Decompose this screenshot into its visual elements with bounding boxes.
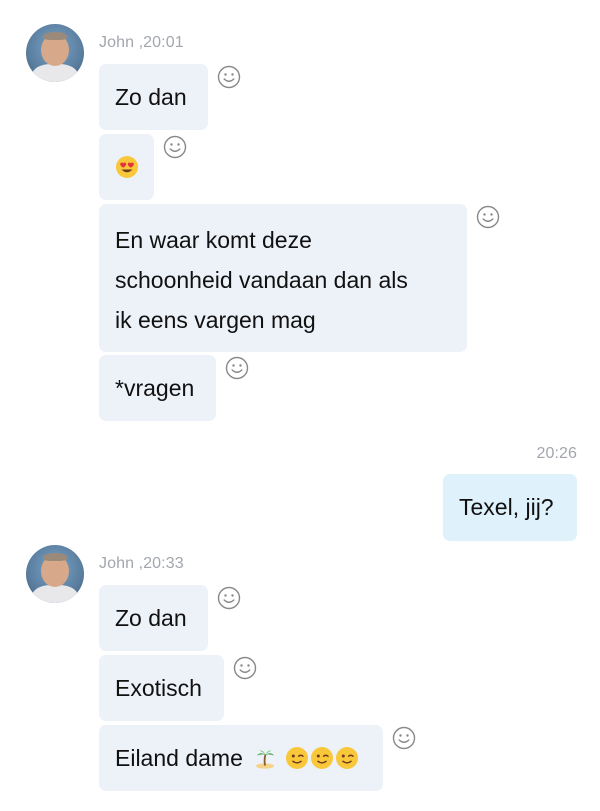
smiley-reaction-icon[interactable] [217, 65, 241, 89]
message-bubble[interactable] [99, 134, 154, 200]
smiley-reaction-icon[interactable] [476, 205, 500, 229]
message-text: Texel, jij? [459, 494, 554, 520]
desert-island-emoji [255, 750, 274, 769]
own-message-bubble[interactable]: Texel, jij? [443, 474, 577, 541]
message-bubble[interactable]: Zo dan [99, 585, 208, 651]
message-line: En waar komt deze [115, 227, 312, 253]
message-text: Zo dan [115, 604, 187, 631]
winking-face-emoji [285, 747, 308, 769]
message-text: Eiland dame [115, 744, 243, 771]
message-line: ik eens vargen mag [115, 307, 316, 333]
message-text: *vragen [115, 374, 195, 401]
smiley-reaction-icon[interactable] [225, 356, 249, 380]
message-bubble[interactable]: Exotisch [99, 655, 224, 721]
chat-screen: John ,20:01 Zo dan En waar komt deze sch… [0, 0, 600, 811]
message-bubble[interactable]: En waar komt deze schoonheid vandaan dan… [99, 204, 467, 352]
smiley-reaction-icon[interactable] [217, 586, 241, 610]
message-text: Zo dan [115, 83, 187, 110]
message-bubble[interactable]: *vragen [99, 355, 216, 421]
smiley-reaction-icon[interactable] [163, 135, 187, 159]
message-text: Exotisch [115, 674, 202, 701]
avatar[interactable] [26, 545, 84, 603]
smiley-reaction-icon[interactable] [392, 726, 416, 750]
winking-face-emoji [335, 747, 358, 769]
heart-eyes-emoji [115, 156, 138, 178]
avatar[interactable] [26, 24, 84, 82]
message-line: schoonheid vandaan dan als [115, 267, 408, 293]
own-message-time: 20:26 [536, 445, 577, 462]
sender-time: John ,20:33 [99, 555, 184, 572]
sender-time: John ,20:01 [99, 34, 184, 51]
message-bubble[interactable]: Eiland dame [99, 725, 383, 791]
winking-face-emoji [310, 747, 333, 769]
smiley-reaction-icon[interactable] [233, 656, 257, 680]
message-bubble[interactable]: Zo dan [99, 64, 208, 130]
